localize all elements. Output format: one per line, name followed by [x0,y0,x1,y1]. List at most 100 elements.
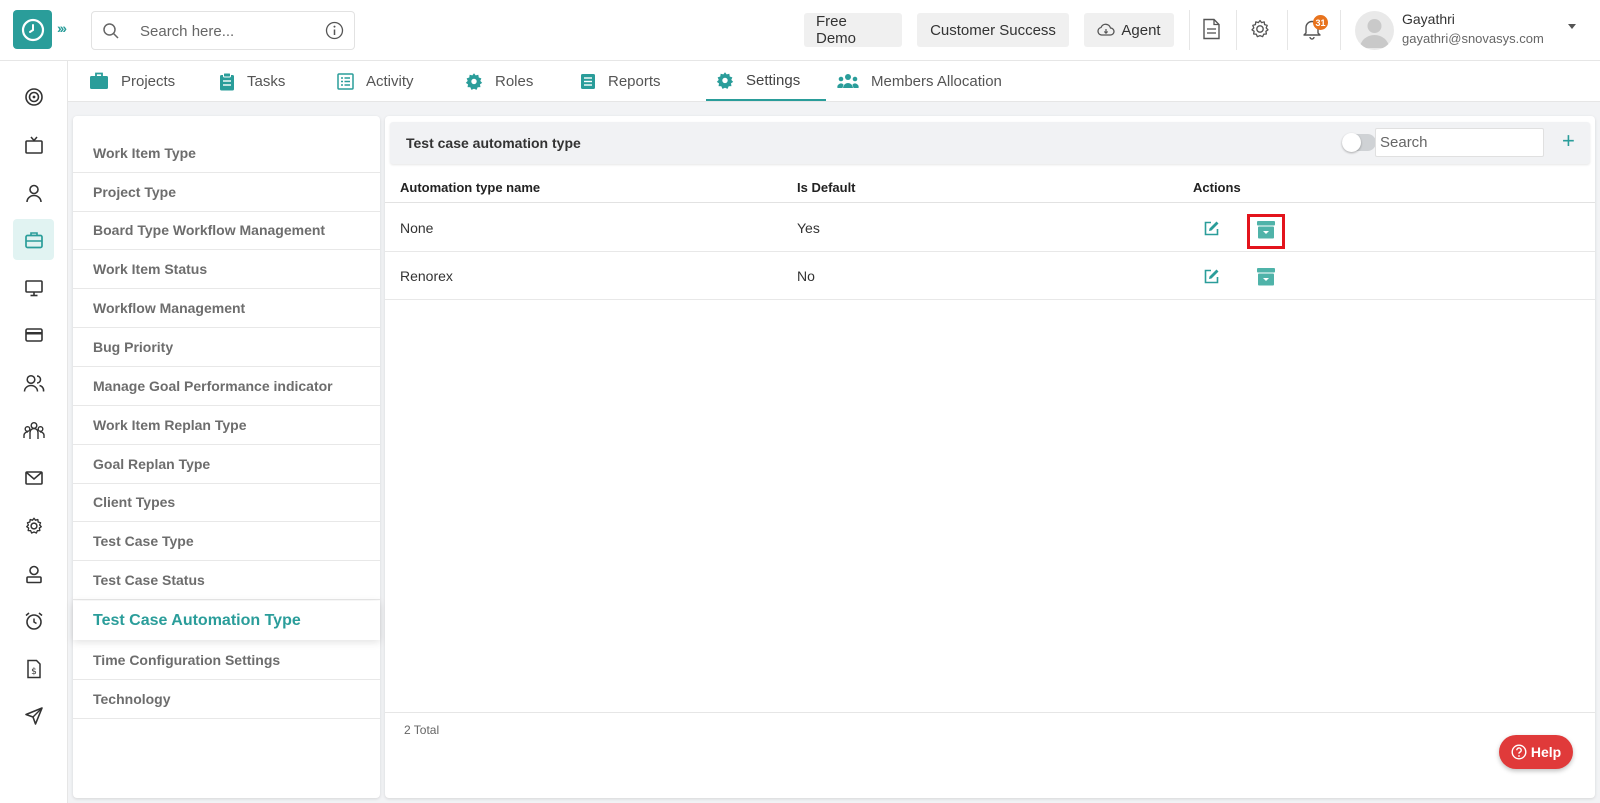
user-avatar-icon [1360,19,1389,48]
panel-header: Test case automation type + [390,122,1590,164]
add-button[interactable]: + [1562,130,1575,152]
global-search-input[interactable] [140,20,310,42]
user-icon [25,184,42,202]
left-rail: $ [0,61,68,803]
total-count: 2 Total [404,723,440,737]
report-icon [581,73,595,89]
page-title: Test case automation type [406,135,581,151]
row-is-default: No [797,268,815,284]
expand-sidebar-icon[interactable]: ››› [57,20,67,36]
credit-card-icon [24,327,43,342]
content-panel: Test case automation type + Automation t… [385,116,1595,798]
menu-item-client-types[interactable]: Client Types [73,483,380,522]
divider [1236,10,1237,50]
chevron-down-icon[interactable] [1568,24,1576,29]
list-icon [337,72,354,90]
table-row: None Yes [385,204,1595,252]
divider [1287,10,1288,50]
rail-billing[interactable] [13,314,54,355]
gear-icon [25,517,42,534]
menu-item-technology[interactable]: Technology [73,680,380,719]
free-demo-button[interactable]: Free Demo [804,13,902,47]
customer-success-button[interactable]: Customer Success [917,13,1069,47]
tab-members-allocation[interactable]: Members Allocation [837,61,1002,101]
menu-item-work-item-replan-type[interactable]: Work Item Replan Type [73,406,380,445]
agent-button-label: Agent [1121,21,1161,39]
search-input[interactable] [1375,128,1544,157]
highlighted-archive-button [1247,214,1285,249]
menu-item-workflow-management[interactable]: Workflow Management [73,289,380,328]
tab-tasks-label: Tasks [247,72,286,90]
rail-send[interactable] [13,695,54,736]
tab-reports[interactable]: Reports [580,61,661,101]
rail-team[interactable] [13,410,54,451]
cloud-download-icon [1097,23,1116,36]
edit-icon[interactable] [1203,268,1220,285]
search-icon [103,23,119,39]
menu-item-project-type[interactable]: Project Type [73,173,380,212]
users-icon [23,374,44,392]
target-icon [24,87,43,106]
divider [1340,10,1341,50]
menu-item-goal-performance-indicator[interactable]: Manage Goal Performance indicator [73,367,380,406]
menu-item-work-item-type[interactable]: Work Item Type [73,134,380,173]
rail-recruitment[interactable] [13,553,54,594]
user-email: gayathri@snovasys.com [1402,31,1544,46]
tab-settings-label: Settings [746,71,801,89]
rail-timesheet[interactable] [13,600,54,641]
rail-hr[interactable] [13,362,54,403]
settings-gear-icon[interactable] [1249,18,1271,40]
tab-roles-label: Roles [495,72,534,90]
menu-item-board-type-workflow[interactable]: Board Type Workflow Management [73,211,380,250]
rail-profile[interactable] [13,172,54,213]
rail-assets[interactable] [13,267,54,308]
tab-projects-label: Projects [121,72,176,90]
table-row: Renorex No [385,252,1595,300]
menu-item-test-case-automation-type[interactable]: Test Case Automation Type [73,601,380,640]
tab-settings[interactable]: Settings [706,61,826,101]
menu-item-test-case-status[interactable]: Test Case Status [73,561,380,600]
tab-activity-label: Activity [366,72,414,90]
rail-dashboard[interactable] [13,76,54,117]
rail-projects[interactable] [13,219,54,260]
avatar[interactable] [1355,11,1394,50]
tab-projects[interactable]: Projects [89,61,175,101]
rail-livescreen[interactable] [13,124,54,165]
app-logo[interactable] [13,10,52,49]
help-button[interactable]: Help [1499,735,1573,769]
tab-activity[interactable]: Activity [337,61,414,101]
menu-item-time-configuration-settings[interactable]: Time Configuration Settings [73,641,380,680]
toggle-knob [1342,133,1361,152]
rail-messages[interactable] [13,457,54,498]
question-icon [1511,744,1527,760]
divider [1189,10,1190,50]
tab-roles[interactable]: Roles [465,61,533,101]
global-search [91,11,355,50]
tab-tasks[interactable]: Tasks [219,61,285,101]
archive-icon[interactable] [1256,267,1276,287]
menu-item-goal-replan-type[interactable]: Goal Replan Type [73,445,380,484]
briefcase-icon [24,231,43,248]
menu-item-work-item-status[interactable]: Work Item Status [73,250,380,289]
gear-icon [465,73,483,90]
menu-item-bug-priority[interactable]: Bug Priority [73,328,380,367]
tv-icon [24,136,43,154]
info-icon[interactable] [325,21,344,40]
gear-icon [716,72,734,89]
tab-reports-label: Reports [608,72,661,90]
document-icon[interactable] [1202,18,1221,40]
column-header-is-default[interactable]: Is Default [797,180,856,195]
invoice-icon: $ [26,659,41,678]
agent-button[interactable]: Agent [1084,13,1174,47]
notification-badge: 31 [1313,15,1328,30]
mail-icon [24,470,43,485]
table-header: Automation type name Is Default Actions [385,170,1595,203]
column-header-name[interactable]: Automation type name [400,180,540,195]
edit-icon[interactable] [1203,220,1220,237]
rail-settings[interactable] [13,505,54,546]
rail-payroll[interactable]: $ [13,648,54,689]
column-header-actions: Actions [1193,180,1241,195]
archive-toggle[interactable] [1342,133,1376,152]
user-name[interactable]: Gayathri [1402,11,1455,27]
menu-item-test-case-type[interactable]: Test Case Type [73,522,380,561]
